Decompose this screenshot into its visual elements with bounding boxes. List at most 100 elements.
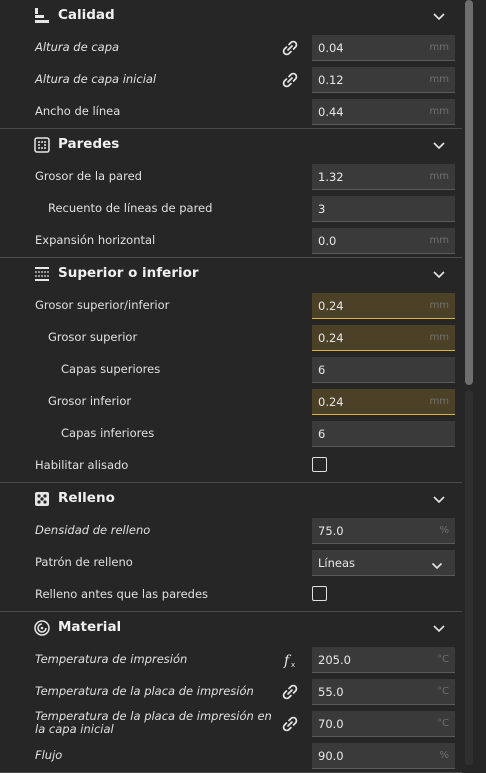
setting-label: Altura de capa	[35, 40, 120, 54]
section-title: Material	[58, 619, 122, 635]
chevron-down-icon[interactable]	[432, 492, 446, 506]
setting-value: 1.32	[318, 170, 344, 184]
setting-field[interactable]: 0.04 mm	[312, 35, 455, 61]
setting-value: Líneas	[318, 556, 356, 570]
section-title: Paredes	[58, 136, 120, 152]
setting-field[interactable]: 0.24 mm	[312, 325, 455, 351]
setting-value: 0.0	[318, 234, 337, 248]
setting-label: Altura de capa inicial	[35, 72, 157, 86]
setting-value: 0.24	[318, 299, 344, 313]
setting-label: Grosor superior/inferior	[35, 298, 170, 312]
setting-unit: mm	[429, 42, 449, 53]
scrollbar-thumb[interactable]	[465, 0, 473, 385]
setting-label: Capas inferiores	[61, 426, 155, 440]
svg-text:x: x	[291, 661, 295, 669]
link-icon[interactable]	[281, 39, 299, 57]
section-header-calidad[interactable]: Calidad	[0, 0, 462, 32]
setting-unit: mm	[429, 235, 449, 246]
setting-field[interactable]: 1.32 mm	[312, 164, 455, 190]
setting-value: 6	[318, 363, 326, 377]
setting-row: Grosor superior/inferior 0.24 mm	[0, 290, 462, 322]
setting-label: Expansión horizontal	[35, 233, 156, 247]
setting-value: 75.0	[318, 524, 344, 538]
setting-unit: °C	[437, 718, 449, 729]
setting-value: 55.0	[318, 685, 344, 699]
chevron-down-icon[interactable]	[432, 267, 446, 281]
setting-field[interactable]: 6	[312, 421, 455, 447]
setting-field[interactable]: 0.44 mm	[312, 99, 455, 125]
setting-field[interactable]: 0.0 mm	[312, 228, 455, 254]
setting-field[interactable]: 6	[312, 357, 455, 383]
setting-label: Temperatura de impresión	[35, 652, 188, 666]
setting-value: 90.0	[318, 749, 344, 763]
scrollbar-track	[465, 390, 473, 765]
setting-row: Grosor superior 0.24 mm	[0, 322, 462, 354]
setting-row: Densidad de relleno 75.0 %	[0, 515, 462, 547]
setting-unit: °C	[437, 686, 449, 697]
setting-row: Temperatura de la placa de impresión 55.…	[0, 676, 462, 708]
section-title: Relleno	[58, 490, 115, 506]
chevron-down-icon[interactable]	[432, 9, 446, 23]
setting-field[interactable]: 90.0 %	[312, 743, 455, 769]
setting-row: Altura de capa 0.04 mm	[0, 32, 462, 64]
function-icon[interactable]: fx	[281, 651, 299, 669]
setting-row: Grosor de la pared 1.32 mm	[0, 161, 462, 193]
setting-value: 0.12	[318, 73, 344, 87]
setting-field[interactable]: 205.0 °C	[312, 647, 455, 673]
setting-unit: mm	[429, 396, 449, 407]
setting-field[interactable]: 75.0 %	[312, 518, 455, 544]
setting-field[interactable]: 70.0 °C	[312, 711, 455, 737]
setting-label: Habilitar alisado	[35, 458, 129, 472]
section-header-relleno[interactable]: Relleno	[0, 483, 462, 515]
setting-row: Recuento de líneas de pared 3	[0, 193, 462, 225]
infill-before-walls-checkbox[interactable]	[312, 586, 327, 601]
print-settings-panel: Calidad Altura de capa 0.04 mm Altura de…	[0, 0, 462, 773]
setting-label: Relleno antes que las paredes	[35, 587, 209, 601]
setting-unit: %	[439, 525, 449, 536]
setting-value: 0.24	[318, 331, 344, 345]
setting-row: Ancho de línea 0.44 mm	[0, 96, 462, 128]
setting-unit: mm	[429, 74, 449, 85]
quality-icon	[33, 7, 51, 25]
setting-row: Relleno antes que las paredes	[0, 579, 462, 611]
setting-value: 0.04	[318, 41, 344, 55]
setting-field[interactable]: 0.24 mm	[312, 293, 455, 319]
setting-label: Temperatura de la placa de impresión	[35, 684, 254, 698]
link-icon[interactable]	[281, 715, 299, 733]
link-icon[interactable]	[281, 683, 299, 701]
setting-label: Grosor de la pared	[35, 169, 142, 183]
setting-value: 0.44	[318, 105, 344, 119]
setting-row: Flujo 90.0 %	[0, 740, 462, 772]
walls-icon	[33, 136, 51, 154]
ironing-checkbox[interactable]	[312, 457, 327, 472]
material-icon	[33, 619, 51, 637]
setting-row: Expansión horizontal 0.0 mm	[0, 225, 462, 257]
setting-unit: mm	[429, 300, 449, 311]
setting-label: Grosor inferior	[48, 394, 132, 408]
chevron-down-icon[interactable]	[432, 138, 446, 152]
section-title: Superior o inferior	[58, 265, 199, 281]
setting-row: Patrón de relleno Líneas	[0, 547, 462, 579]
setting-label: Capas superiores	[61, 362, 161, 376]
setting-label: Densidad de relleno	[35, 523, 151, 537]
chevron-down-icon[interactable]	[432, 621, 446, 635]
setting-field[interactable]: 0.12 mm	[312, 67, 455, 93]
section-title: Calidad	[58, 7, 115, 23]
setting-row: Altura de capa inicial 0.12 mm	[0, 64, 462, 96]
section-header-superior[interactable]: Superior o inferior	[0, 258, 462, 290]
section-header-material[interactable]: Material	[0, 612, 462, 644]
setting-label: Recuento de líneas de pared	[48, 201, 213, 215]
section-header-paredes[interactable]: Paredes	[0, 129, 462, 161]
link-icon[interactable]	[281, 71, 299, 89]
setting-row: Habilitar alisado	[0, 450, 462, 482]
setting-row: Capas inferiores 6	[0, 418, 462, 450]
infill-icon	[33, 490, 51, 508]
setting-unit: °C	[437, 654, 449, 665]
setting-unit: mm	[429, 332, 449, 343]
setting-field[interactable]: 0.24 mm	[312, 389, 455, 415]
setting-field[interactable]: 3	[312, 196, 455, 222]
setting-value: 205.0	[318, 653, 351, 667]
infill-pattern-dropdown[interactable]: Líneas	[312, 550, 455, 576]
setting-field[interactable]: 55.0 °C	[312, 679, 455, 705]
setting-label: Flujo	[35, 748, 63, 762]
